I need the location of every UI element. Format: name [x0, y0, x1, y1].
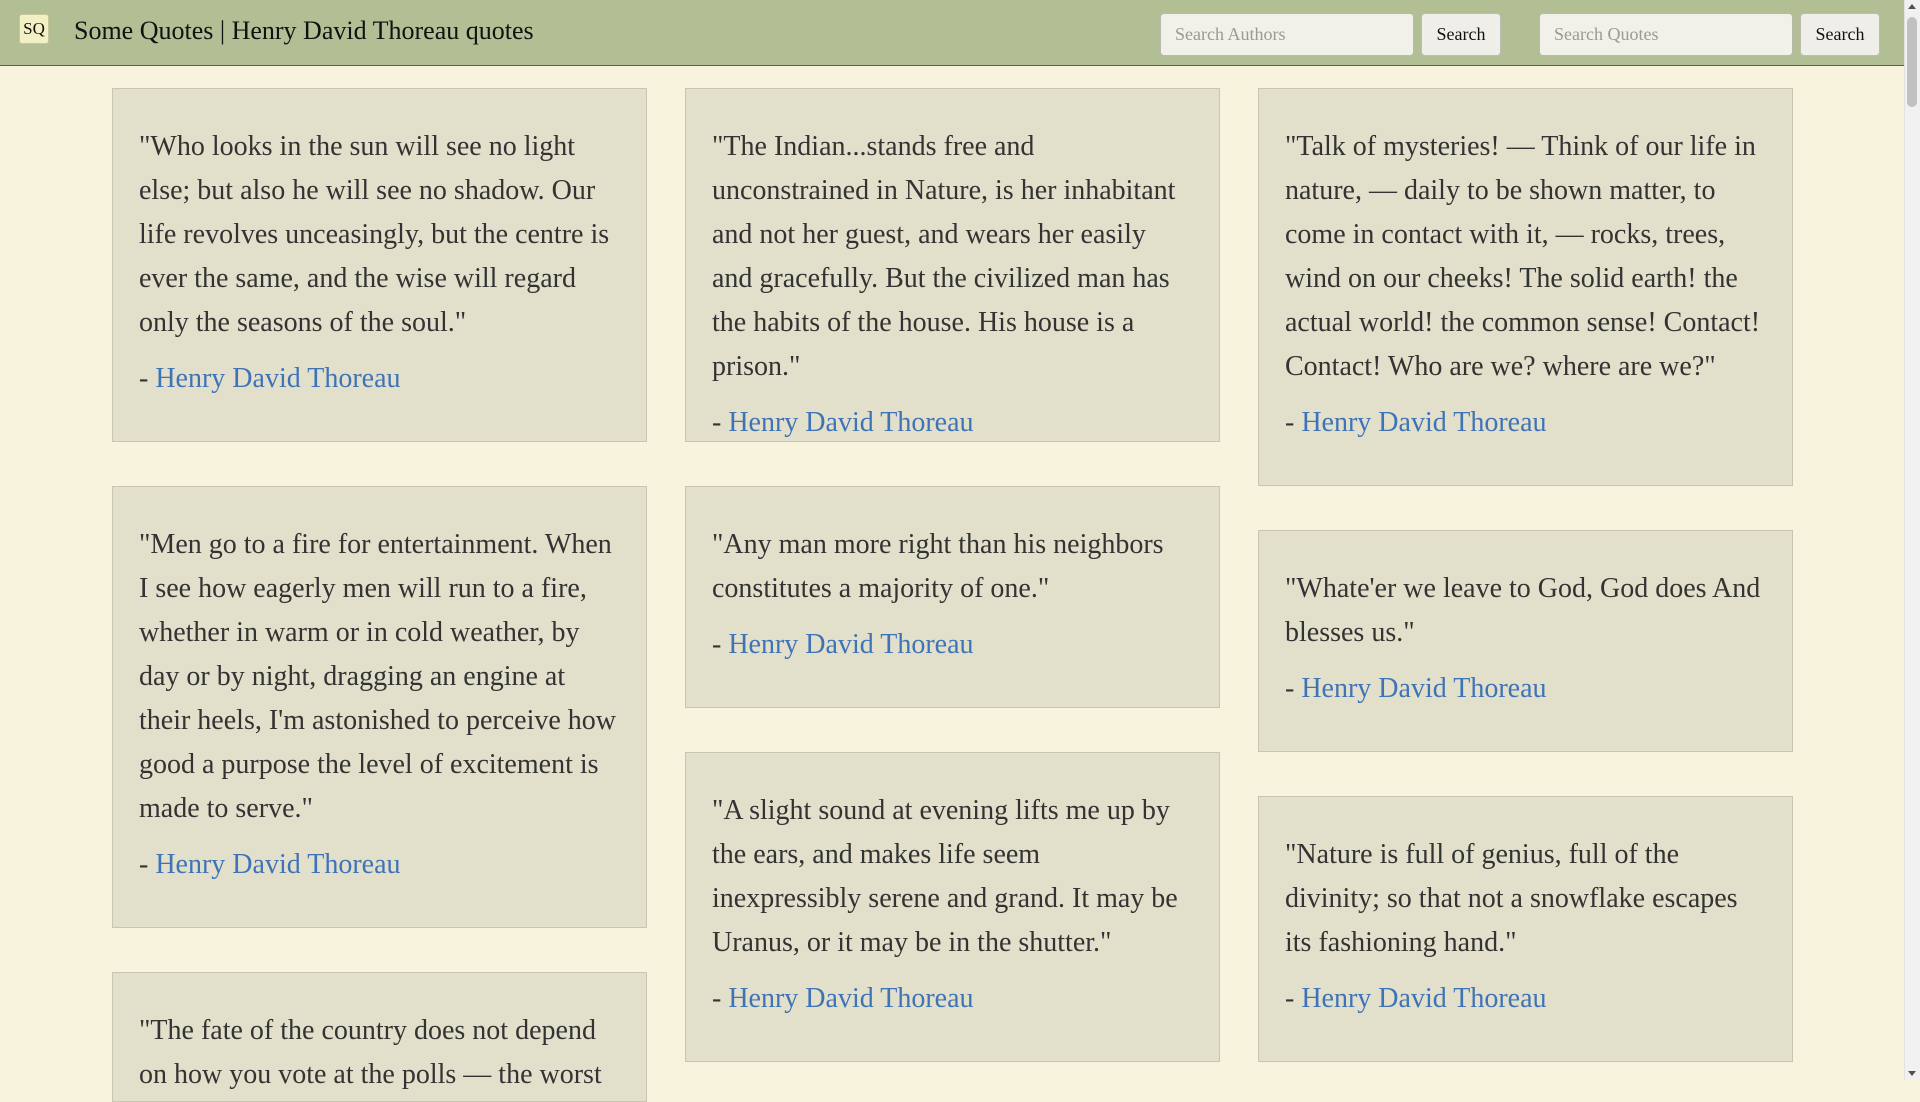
author-link[interactable]: Henry David Thoreau — [728, 983, 973, 1014]
scroll-down-arrow-icon[interactable] — [1908, 1071, 1916, 1076]
quote-card: "The fate of the country does not depend… — [112, 972, 647, 1102]
quote-attribution: - Henry David Thoreau — [712, 401, 1193, 441]
quote-card: "The Indian...stands free and unconstrai… — [685, 88, 1220, 442]
quote-card: "Nature is full of genius, full of the d… — [1258, 796, 1793, 1062]
quote-text: "Talk of mysteries! — Think of our life … — [1285, 131, 1761, 382]
page-title: Some Quotes | Henry David Thoreau quotes — [74, 16, 534, 45]
scrollbar-thumb[interactable] — [1907, 17, 1917, 107]
attribution-dash: - — [712, 983, 729, 1014]
quote-text: "Men go to a fire for entertainment. Whe… — [139, 529, 617, 824]
author-link[interactable]: Henry David Thoreau — [728, 407, 973, 438]
author-link[interactable]: Henry David Thoreau — [155, 363, 400, 394]
attribution-dash: - — [712, 629, 729, 660]
scroll-up-arrow-icon[interactable] — [1908, 4, 1916, 9]
author-link[interactable]: Henry David Thoreau — [1301, 673, 1546, 704]
quote-attribution: - Henry David Thoreau — [712, 977, 1193, 1021]
quote-attribution: - Henry David Thoreau — [139, 843, 620, 887]
quote-card: "Whate'er we leave to God, God does And … — [1258, 530, 1793, 752]
attribution-dash: - — [139, 363, 156, 394]
author-link[interactable]: Henry David Thoreau — [1301, 983, 1546, 1014]
quote-attribution: - Henry David Thoreau — [139, 357, 620, 401]
site-logo[interactable]: SQ — [19, 14, 49, 44]
search-authors-input[interactable] — [1160, 13, 1414, 56]
quote-text: "The fate of the country does not depend… — [139, 1015, 602, 1090]
quote-text: "Who looks in the sun will see no light … — [139, 131, 610, 338]
quote-card: "Talk of mysteries! — Think of our life … — [1258, 88, 1793, 486]
author-link[interactable]: Henry David Thoreau — [1301, 407, 1546, 438]
attribution-dash: - — [712, 407, 729, 438]
author-link[interactable]: Henry David Thoreau — [728, 629, 973, 660]
quote-card: "Men go to a fire for entertainment. Whe… — [112, 486, 647, 928]
quote-card: "Any man more right than his neighbors c… — [685, 486, 1220, 708]
search-authors-button[interactable]: Search — [1421, 13, 1501, 56]
quote-text: "Nature is full of genius, full of the d… — [1285, 839, 1738, 958]
quote-attribution: - Henry David Thoreau — [1285, 401, 1766, 445]
search-quotes-button[interactable]: Search — [1800, 13, 1880, 56]
quote-attribution: - Henry David Thoreau — [712, 623, 1193, 667]
quote-attribution: - Henry David Thoreau — [1285, 977, 1766, 1021]
quote-text: "A slight sound at evening lifts me up b… — [712, 795, 1178, 958]
author-link[interactable]: Henry David Thoreau — [155, 849, 400, 880]
attribution-dash: - — [1285, 407, 1302, 438]
quote-attribution: - Henry David Thoreau — [1285, 667, 1766, 711]
quote-text: "The Indian...stands free and unconstrai… — [712, 131, 1176, 382]
top-navbar: SQ Some Quotes | Henry David Thoreau quo… — [0, 0, 1904, 66]
attribution-dash: - — [1285, 983, 1302, 1014]
search-quotes-input[interactable] — [1539, 13, 1793, 56]
quote-card: "Who looks in the sun will see no light … — [112, 88, 647, 442]
quote-text: "Any man more right than his neighbors c… — [712, 529, 1164, 604]
quote-text: "Whate'er we leave to God, God does And … — [1285, 573, 1761, 648]
quote-card: "A slight sound at evening lifts me up b… — [685, 752, 1220, 1062]
vertical-scrollbar[interactable] — [1904, 0, 1920, 1080]
attribution-dash: - — [1285, 673, 1302, 704]
attribution-dash: - — [139, 849, 156, 880]
